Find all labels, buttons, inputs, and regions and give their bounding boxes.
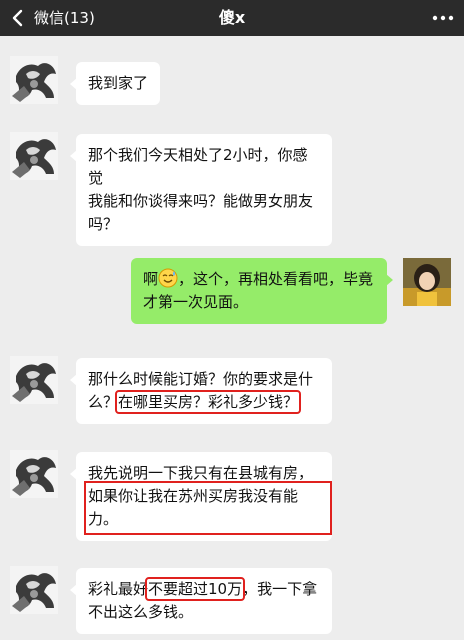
message-row: 啊 ，这个，再相处看看吧，毕竟 才第一次见面。 (0, 256, 464, 336)
message-row: 我先说明一下我只有在县城有房， 如果你让我在苏州买房我没有能 力。 (0, 450, 464, 546)
chat-header: 微信(13) 傻x (0, 0, 464, 36)
message-line: 那什么时候能订婚？你的要求是什 (88, 370, 314, 388)
contact-avatar[interactable] (10, 132, 58, 180)
message-row: 彩礼最好不要超过10万，我一下拿 不出这么多钱。 (0, 566, 464, 640)
message-text: 么？ (88, 393, 119, 411)
bubble-tail (386, 274, 393, 286)
message-row: 我到家了 (0, 56, 464, 106)
message-row: 那个我们今天相处了2小时，你感觉 我能和你谈得来吗？能做男女朋友 吗？ (0, 132, 464, 246)
message-text: ，这个，再相处看看吧，毕竟 (178, 270, 374, 288)
contact-avatar[interactable] (10, 356, 58, 404)
message-bubble[interactable]: 那个我们今天相处了2小时，你感觉 我能和你谈得来吗？能做男女朋友 吗？ (70, 134, 332, 246)
user-avatar[interactable] (403, 258, 451, 306)
message-line: 那个我们今天相处了2小时，你感觉 (88, 146, 308, 187)
message-line: 彩礼最好不要超过10万，我一下拿 (88, 577, 320, 601)
message-row: 那什么时候能订婚？你的要求是什 么？在哪里买房？彩礼多少钱？ (0, 356, 464, 436)
message-line: 如果你让我在苏州买房我没有能 (88, 487, 299, 505)
bubble-tail (70, 468, 77, 480)
message-line: 么？在哪里买房？彩礼多少钱？ (88, 390, 320, 414)
sweat-smile-emoji-icon (158, 268, 178, 288)
bubble-tail (70, 78, 77, 90)
contact-avatar[interactable] (10, 56, 58, 104)
message-line: 啊 ，这个，再相处看看吧，毕竟 (143, 268, 375, 291)
bubble-tail (70, 584, 77, 596)
message-bubble[interactable]: 那什么时候能订婚？你的要求是什 么？在哪里买房？彩礼多少钱？ (70, 358, 332, 424)
message-line: 力。 (88, 510, 119, 528)
bubble-tail (70, 374, 77, 386)
more-dots-icon[interactable] (432, 9, 454, 27)
highlighted-text: 在哪里买房？彩礼多少钱？ (115, 390, 302, 414)
message-bubble[interactable]: 彩礼最好不要超过10万，我一下拿 不出这么多钱。 (70, 568, 332, 634)
message-bubble[interactable]: 啊 ，这个，再相处看看吧，毕竟 才第一次见面。 (131, 258, 393, 324)
message-text: 彩礼最好 (88, 580, 149, 598)
contact-avatar[interactable] (10, 566, 58, 614)
message-bubble[interactable]: 我到家了 (70, 62, 161, 105)
message-text: 啊 (143, 270, 159, 288)
message-bubble[interactable]: 我先说明一下我只有在县城有房， 如果你让我在苏州买房我没有能 力。 (70, 452, 332, 541)
message-line: 我先说明一下我只有在县城有房， (88, 464, 314, 482)
chat-title: 傻x (218, 8, 246, 27)
message-line: 不出这么多钱。 (88, 603, 194, 621)
highlighted-block: 如果你让我在苏州买房我没有能 力。 (84, 481, 332, 535)
message-line: 吗？ (88, 215, 119, 233)
message-text: ，我一下拿 (242, 580, 318, 598)
message-line: 我能和你谈得来吗？能做男女朋友 (88, 192, 314, 210)
highlighted-text: 不要超过10万 (145, 577, 246, 601)
message-line: 才第一次见面。 (143, 293, 249, 311)
contact-avatar[interactable] (10, 450, 58, 498)
message-text: 我到家了 (88, 74, 149, 92)
bubble-tail (70, 150, 77, 162)
